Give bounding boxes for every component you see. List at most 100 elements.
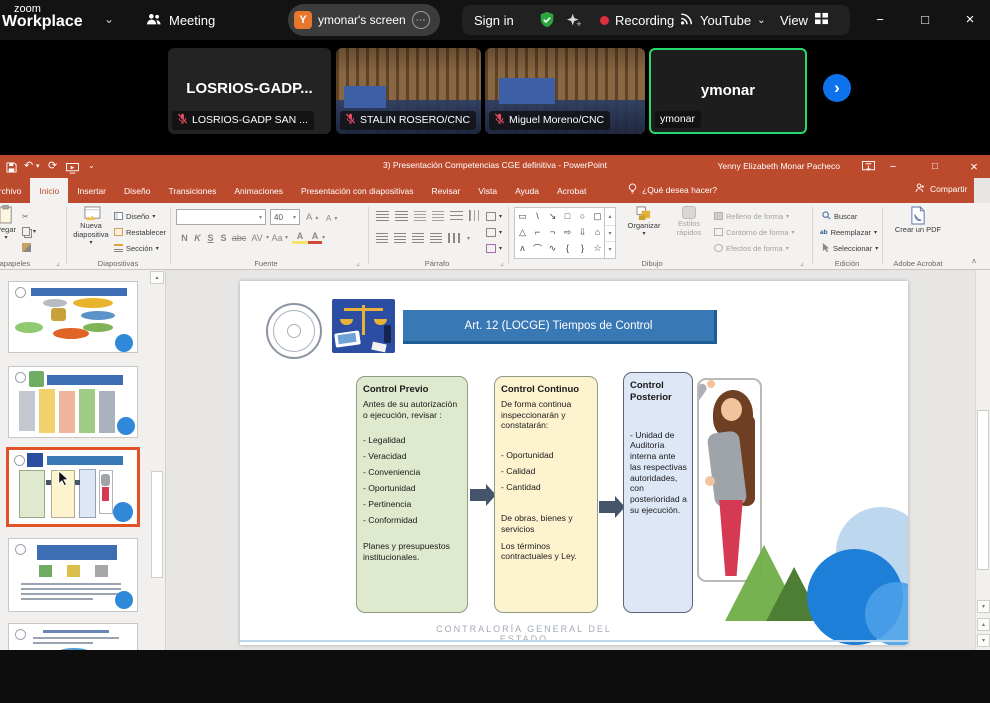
thumbnail-scrollbar[interactable]: ▴ bbox=[149, 271, 165, 649]
shape-arc[interactable]: ⌒ bbox=[530, 240, 545, 256]
cge-seal-logo[interactable] bbox=[266, 303, 322, 359]
numbering-button[interactable] bbox=[395, 211, 408, 221]
thumb-scrollbar-handle[interactable] bbox=[151, 471, 163, 578]
shape-pentagon[interactable]: ⌂ bbox=[590, 224, 605, 240]
grow-font-button[interactable]: A▴ bbox=[306, 210, 318, 224]
drawing-dialog-launcher[interactable]: ⌟ bbox=[800, 258, 804, 267]
ppt-minimize-button[interactable]: − bbox=[880, 155, 906, 178]
tab-presentacion[interactable]: Presentación con diapositivas bbox=[292, 178, 422, 203]
shape-fill-button[interactable]: Relleno de forma▾ bbox=[714, 209, 789, 223]
more-options-icon[interactable]: ⋯ bbox=[412, 11, 430, 29]
slide-scrollbar[interactable]: ▾ ▴ ▾ bbox=[975, 270, 990, 650]
line-spacing-button[interactable] bbox=[450, 211, 463, 221]
ppt-restore-button[interactable]: □ bbox=[922, 155, 948, 178]
tab-diseno[interactable]: Diseño bbox=[115, 178, 159, 203]
bold-button[interactable]: N bbox=[178, 233, 191, 243]
tell-me-search[interactable]: ¿Qué desea hacer? bbox=[628, 183, 717, 197]
gallery-more-button[interactable]: ▾ bbox=[605, 241, 615, 257]
select-button[interactable]: Seleccionar▾ bbox=[822, 241, 878, 255]
control-continuo-box[interactable]: Control Continuo De forma continua inspe… bbox=[494, 376, 598, 613]
slide-thumbnail-2[interactable] bbox=[8, 366, 138, 438]
format-painter-button[interactable] bbox=[22, 240, 31, 254]
participant-tile[interactable]: Miguel Moreno/CNC bbox=[485, 48, 645, 134]
shape-effects-button[interactable]: Efectos de forma▾ bbox=[714, 241, 789, 255]
quick-styles-button[interactable]: Estilos rápidos bbox=[668, 206, 710, 237]
chevron-down-icon[interactable]: ⌄ bbox=[100, 10, 118, 28]
shape-line[interactable]: \ bbox=[530, 208, 545, 224]
columns-button[interactable] bbox=[448, 233, 461, 243]
view-button[interactable]: View bbox=[780, 5, 829, 35]
font-size-combo[interactable]: 40▾ bbox=[270, 209, 300, 225]
tab-ayuda[interactable]: Ayuda bbox=[506, 178, 548, 203]
slide-thumbnail-1[interactable] bbox=[8, 281, 138, 353]
control-posterior-box[interactable]: Control Posterior - Unidad de Auditoría … bbox=[623, 372, 693, 613]
tab-meeting[interactable]: Meeting bbox=[138, 6, 223, 34]
recording-indicator[interactable]: Recording bbox=[600, 5, 674, 35]
shape-brace-right[interactable]: } bbox=[575, 240, 590, 256]
slide-thumbnail-4[interactable] bbox=[8, 538, 138, 612]
copy-button[interactable]: ▾ bbox=[22, 224, 36, 238]
next-participants-button[interactable]: › bbox=[823, 74, 851, 102]
collapse-ribbon-button[interactable]: ˄ bbox=[966, 255, 982, 267]
smartart-convert-menu[interactable]: ▾ bbox=[486, 241, 502, 255]
shape-arrow[interactable]: ↘ bbox=[545, 208, 560, 224]
shape-elbow2[interactable]: ¬ bbox=[545, 224, 560, 240]
replace-button[interactable]: ab Reemplazar▾ bbox=[820, 225, 877, 239]
increase-indent-button[interactable] bbox=[432, 211, 444, 221]
maximize-button[interactable]: □ bbox=[910, 0, 940, 38]
security-shield-icon[interactable] bbox=[538, 11, 556, 34]
thumb-scroll-up-button[interactable]: ▴ bbox=[150, 271, 164, 284]
shape-outline-button[interactable]: Contorno de forma▾ bbox=[714, 225, 795, 239]
text-direction-menu[interactable]: ▾ bbox=[486, 209, 502, 223]
decrease-indent-button[interactable] bbox=[414, 211, 426, 221]
find-button[interactable]: Buscar bbox=[822, 209, 857, 223]
sign-in-button[interactable]: Sign in bbox=[474, 5, 514, 35]
align-text-menu[interactable]: ▾ bbox=[486, 225, 502, 239]
italic-button[interactable]: K bbox=[191, 233, 204, 243]
previous-slide-button[interactable]: ▴ bbox=[977, 618, 990, 631]
gallery-down-button[interactable]: ▾ bbox=[605, 225, 615, 241]
change-case-button[interactable]: Aa bbox=[269, 233, 285, 243]
cut-button[interactable]: ✂ bbox=[22, 209, 28, 223]
next-slide-button[interactable]: ▾ bbox=[977, 634, 990, 647]
share-button[interactable]: Compartir bbox=[915, 183, 967, 195]
youtube-live-button[interactable]: YouTube ⌄ bbox=[679, 5, 765, 35]
shape-arrow-right[interactable]: ⇨ bbox=[560, 224, 575, 240]
reset-button[interactable]: Restablecer bbox=[114, 225, 166, 239]
shape-scribble[interactable]: ʌ bbox=[515, 240, 530, 256]
tab-insertar[interactable]: Insertar bbox=[68, 178, 115, 203]
paste-button[interactable]: Pegar ▾ bbox=[0, 205, 24, 241]
font-color-button[interactable]: A bbox=[308, 231, 322, 244]
font-dialog-launcher[interactable]: ⌟ bbox=[356, 258, 360, 267]
section-button[interactable]: Sección▾ bbox=[114, 241, 159, 255]
clipboard-dialog-launcher[interactable]: ⌟ bbox=[56, 258, 60, 267]
tab-acrobat[interactable]: Acrobat bbox=[548, 178, 595, 203]
ppt-close-button[interactable]: × bbox=[958, 155, 990, 178]
underline-button[interactable]: S bbox=[204, 233, 217, 243]
participant-tile-active-speaker[interactable]: ymonar ymonar bbox=[649, 48, 807, 134]
presenter-woman-illustration[interactable] bbox=[697, 378, 762, 582]
layout-button[interactable]: Diseño▾ bbox=[114, 209, 155, 223]
shape-triangle[interactable]: △ bbox=[515, 224, 530, 240]
align-center-button[interactable] bbox=[394, 233, 406, 243]
ribbon-display-icon[interactable] bbox=[862, 160, 875, 178]
close-button[interactable]: × bbox=[955, 0, 985, 38]
text-direction-button[interactable] bbox=[469, 210, 481, 221]
screen-share-pill[interactable]: Y ymonar's screen ⋯ bbox=[288, 4, 440, 36]
minimize-button[interactable]: − bbox=[865, 0, 895, 38]
justify-button[interactable] bbox=[430, 233, 442, 243]
shrink-font-button[interactable]: A▾ bbox=[326, 211, 337, 225]
highlight-color-button[interactable]: A bbox=[292, 231, 308, 244]
justice-scale-illustration[interactable] bbox=[332, 299, 395, 353]
font-name-combo[interactable]: ▾ bbox=[176, 209, 266, 225]
participant-tile[interactable]: LOSRIOS-GADP... LOSRIOS-GADP SAN ... bbox=[168, 48, 331, 134]
text-shadow-button[interactable]: S bbox=[217, 233, 230, 243]
shape-rectangle[interactable]: □ bbox=[560, 208, 575, 224]
tab-animaciones[interactable]: Animaciones bbox=[225, 178, 292, 203]
arrange-button[interactable]: Organizar ▾ bbox=[622, 206, 666, 237]
slide-thumbnail-5[interactable] bbox=[8, 623, 138, 650]
ai-sparkle-icon[interactable] bbox=[566, 12, 583, 33]
shapes-gallery[interactable]: ▭ \ ↘ □ ○ ▢ △ ⌐ ¬ ⇨ ⇩ ⌂ ʌ ⌒ bbox=[514, 207, 616, 259]
current-slide-canvas[interactable]: Art. 12 (LOCGE) Tiempos de Control Contr… bbox=[240, 281, 908, 645]
shape-arrow-down[interactable]: ⇩ bbox=[575, 224, 590, 240]
